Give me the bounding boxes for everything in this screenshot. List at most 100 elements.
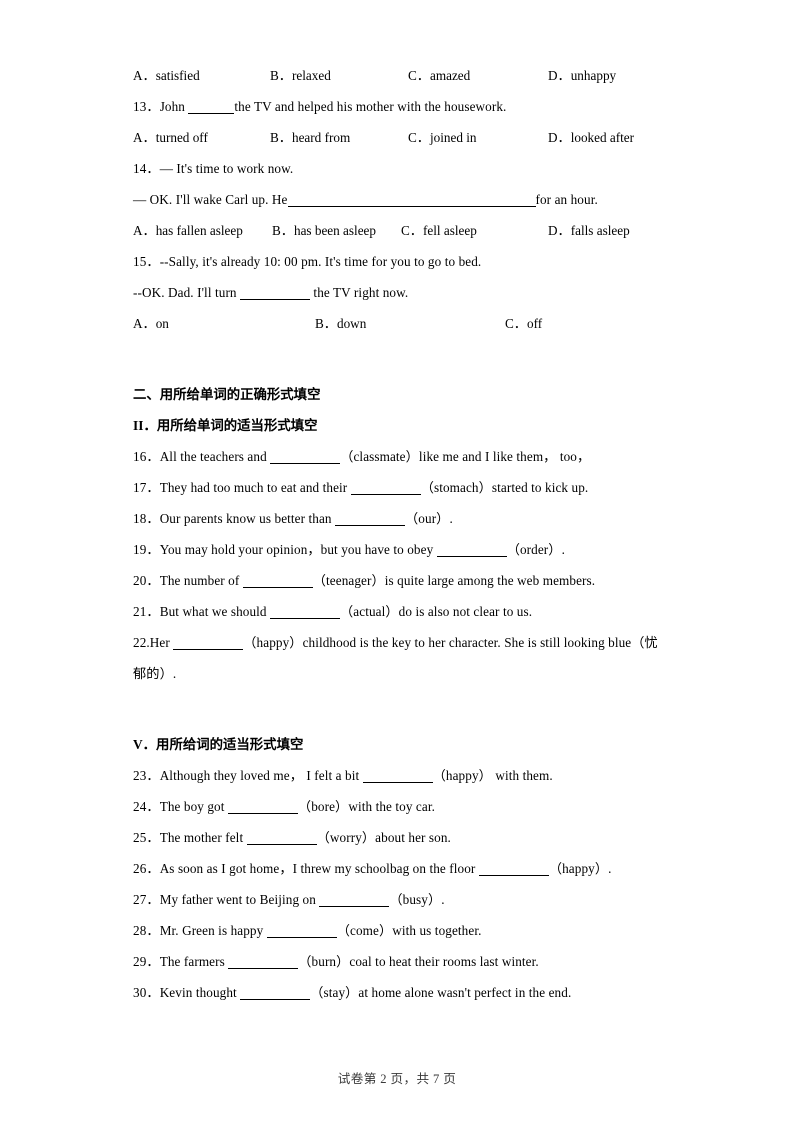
question-13-number: 13． [133,99,160,114]
item-22-blank[interactable] [173,637,244,650]
question-14-stem-line1: 14．— It's time to work now. [133,153,680,184]
item-16: 16．All the teachers and （classmate）like … [133,441,680,472]
item-25-after: （worry）about her son. [316,830,451,845]
item-17-number: 17． [133,480,160,495]
section-two-subheading: II．用所给单词的适当形式填空 [133,410,680,441]
item-26-before: As soon as I got home，I threw my schoolb… [159,861,479,876]
q13-option-a[interactable]: A．turned off [133,122,208,153]
q12-option-c[interactable]: C．amazed [408,60,470,91]
question-13-text-before: John [159,99,189,114]
question-15-stem-line1: 15．--Sally, it's already 10: 00 pm. It's… [133,246,680,277]
q15-options-row: A．on B．down C．off [133,308,680,339]
q13-option-b[interactable]: B．heard from [270,122,350,153]
item-18-after: （our）. [405,511,453,526]
q14-option-b[interactable]: B．has been asleep [272,215,376,246]
item-18: 18．Our parents know us better than （our）… [133,503,680,534]
q12-option-d[interactable]: D．unhappy [548,60,616,91]
exam-page: A．satisfied B．relaxed C．amazed D．unhappy… [0,0,794,1123]
item-30-blank[interactable] [240,987,311,1000]
item-25: 25．The mother felt （worry）about her son. [133,822,680,853]
q15-option-b[interactable]: B．down [315,308,366,339]
question-15-line2-after: the TV right now. [310,285,409,300]
item-23-after: （happy） with them. [432,768,553,783]
item-21-blank[interactable] [270,606,341,619]
section-five-heading-text: ．用所给词的适当形式填空 [142,737,304,752]
q14-options-row: A．has fallen asleep B．has been asleep C．… [133,215,680,246]
item-28: 28．Mr. Green is happy （come）with us toge… [133,915,680,946]
item-24-number: 24． [133,799,160,814]
question-14-line1-text: — It's time to work now. [159,161,294,176]
item-18-number: 18． [133,511,160,526]
item-24: 24．The boy got （bore）with the toy car. [133,791,680,822]
item-23-blank[interactable] [362,770,433,783]
q13-option-c[interactable]: C．joined in [408,122,477,153]
q13-options-row: A．turned off B．heard from C．joined in D．… [133,122,680,153]
item-25-blank[interactable] [246,832,317,845]
item-29-blank[interactable] [228,956,299,969]
spacer-before-section-two [133,339,680,379]
question-15-stem-line2: --OK. Dad. I'll turn the TV right now. [133,277,680,308]
item-17-blank[interactable] [350,482,421,495]
item-24-blank[interactable] [227,801,298,814]
item-20-number: 20． [133,573,160,588]
q12-option-b[interactable]: B．relaxed [270,60,331,91]
item-28-number: 28． [133,923,160,938]
item-25-before: The mother felt [159,830,247,845]
question-13-text-after: the TV and helped his mother with the ho… [234,99,507,114]
item-27-blank[interactable] [319,894,390,907]
item-16-after: （classmate）like me and I like them， too， [340,449,591,464]
q15-option-c[interactable]: C．off [505,308,542,339]
question-14-number: 14． [133,161,160,176]
question-14-line2-after: for an hour. [535,192,598,207]
section-two-heading: 二、用所给单词的正确形式填空 [133,387,321,402]
item-30-number: 30． [133,985,160,1000]
q15-option-a[interactable]: A．on [133,308,169,339]
section-two-subheading-roman: II [133,418,144,433]
spacer-before-section-five [133,689,680,729]
item-27-before: My father went to Beijing on [159,892,320,907]
item-20-blank[interactable] [242,575,313,588]
item-27-number: 27． [133,892,160,907]
item-30-before: Kevin thought [159,985,241,1000]
item-16-number: 16． [133,449,160,464]
item-19-before: You may hold your opinion，but you have t… [159,542,437,557]
item-26-blank[interactable] [478,863,549,876]
q12-option-a[interactable]: A．satisfied [133,60,200,91]
item-19-number: 19． [133,542,160,557]
question-15-blank[interactable] [240,287,311,300]
item-16-before: All the teachers and [159,449,271,464]
question-15-line2-before: --OK. Dad. I'll turn [133,285,241,300]
item-25-number: 25． [133,830,160,845]
q14-option-c[interactable]: C．fell asleep [401,215,477,246]
item-16-blank[interactable] [270,451,341,464]
question-14-blank[interactable] [287,194,536,207]
item-29-number: 29． [133,954,160,969]
page-footer: 试卷第 2 页，共 7 页 [337,1072,457,1086]
item-27: 27．My father went to Beijing on （busy）. [133,884,680,915]
item-21-number: 21． [133,604,160,619]
item-28-after: （come）with us together. [336,923,482,938]
item-27-after: （busy）. [389,892,445,907]
item-23-number: 23． [133,768,160,783]
item-23-before: Although they loved me， I felt a bit [159,768,363,783]
item-22-before: Her [149,635,174,650]
item-17-before: They had too much to eat and their [159,480,351,495]
item-24-after: （bore）with the toy car. [297,799,435,814]
item-30: 30．Kevin thought （stay）at home alone was… [133,977,680,1008]
item-19-blank[interactable] [436,544,507,557]
item-28-blank[interactable] [266,925,337,938]
item-19: 19．You may hold your opinion，but you hav… [133,534,680,565]
item-20: 20．The number of （teenager）is quite larg… [133,565,680,596]
item-30-after: （stay）at home alone wasn't perfect in th… [310,985,572,1000]
q14-option-a[interactable]: A．has fallen asleep [133,215,243,246]
item-29-before: The farmers [159,954,229,969]
question-13-stem: 13．John the TV and helped his mother wit… [133,91,680,122]
item-18-blank[interactable] [335,513,406,526]
q13-option-d[interactable]: D．looked after [548,122,634,153]
item-21: 21．But what we should （actual）do is also… [133,596,680,627]
item-17-after: （stomach）started to kick up. [420,480,589,495]
q14-option-d[interactable]: D．falls asleep [548,215,630,246]
section-two-subheading-text: ．用所给单词的适当形式填空 [143,418,318,433]
item-19-after: （order）. [506,542,565,557]
question-13-blank[interactable] [188,101,235,114]
